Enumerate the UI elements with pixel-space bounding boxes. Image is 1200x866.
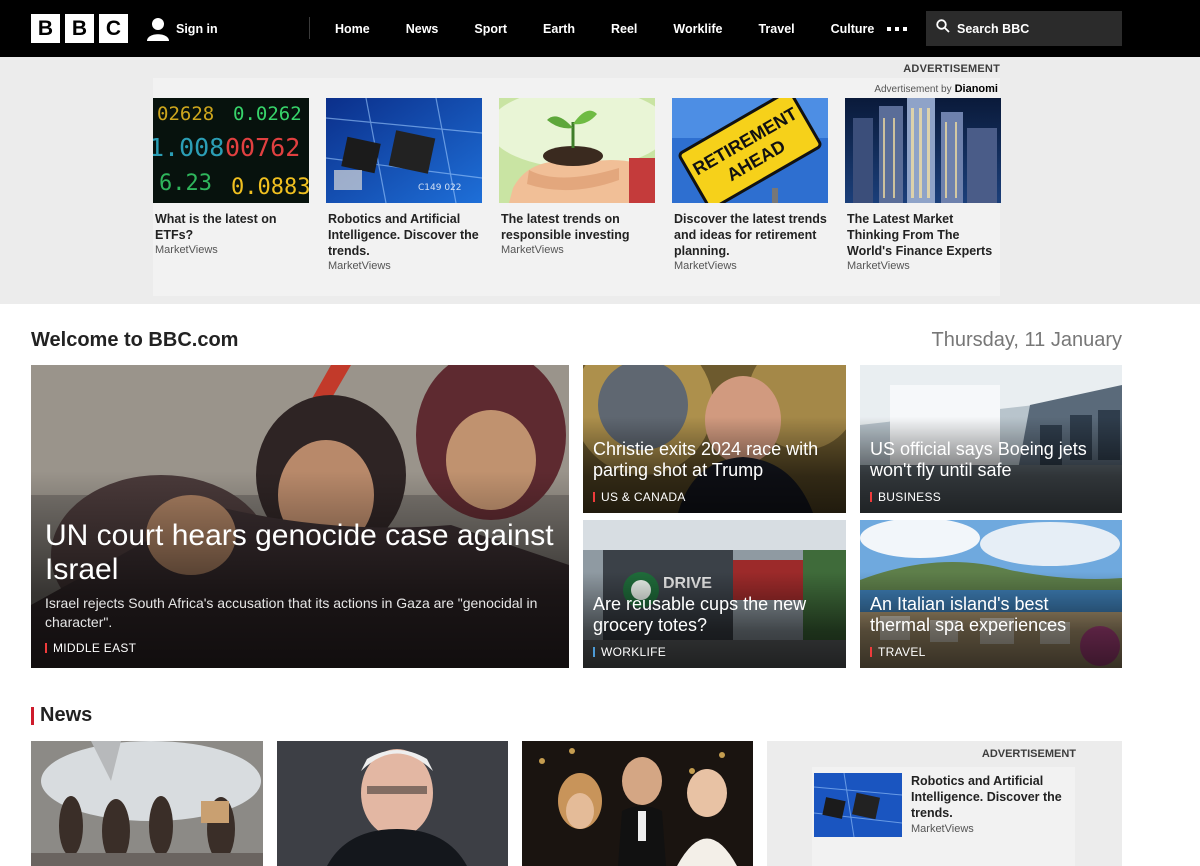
crowd-smoke-image [31, 741, 263, 866]
svg-text:6.23: 6.23 [159, 171, 212, 196]
story-card[interactable]: US official says Boeing jets won't fly u… [860, 365, 1122, 513]
section-title: News [40, 704, 93, 726]
story-headline: Are reusable cups the new grocery totes? [593, 594, 807, 635]
logo-letter-c: C [99, 14, 128, 43]
user-icon [147, 17, 169, 41]
top-navigation-bar: B B C Sign in Home News Sport Earth Reel… [0, 0, 1200, 57]
story-tag-label: WORKLIFE [601, 645, 667, 659]
advert-card-title: Robotics and Artificial Intelligence. Di… [911, 774, 1062, 820]
advert-card-title: What is the latest on ETFs? [155, 212, 277, 242]
nav-travel[interactable]: Travel [758, 22, 794, 36]
nav-worklife[interactable]: Worklife [673, 22, 722, 36]
tag-marker [593, 647, 595, 657]
advert-card-source: MarketViews [911, 823, 974, 835]
bbc-logo[interactable]: B B C [31, 14, 128, 43]
logo-letter-b2: B [65, 14, 94, 43]
lead-story-summary: Israel rejects South Africa's accusation… [45, 595, 538, 630]
advert-by-prefix: Advertisement by [874, 83, 952, 95]
story-tag-label: TRAVEL [878, 645, 926, 659]
advert-by-line[interactable]: Advertisement by Dianomi [874, 83, 998, 95]
tag-marker [870, 492, 872, 502]
story-tag[interactable]: US & CANADA [593, 490, 686, 504]
svg-text:0.0262: 0.0262 [233, 103, 302, 125]
advert-card-source: MarketViews [328, 260, 391, 272]
nav-earth[interactable]: Earth [543, 22, 575, 36]
current-date: Thursday, 11 January [931, 329, 1122, 351]
search-icon [936, 19, 950, 38]
section-heading-news[interactable]: News [31, 704, 92, 727]
story-card[interactable]: Christie exits 2024 race with parting sh… [583, 365, 846, 513]
friends-wedding-image [522, 741, 753, 866]
nav-divider [309, 17, 310, 39]
lead-story-headline: UN court hears genocide case against Isr… [45, 519, 554, 586]
advert-card-source: MarketViews [847, 260, 910, 272]
skyscrapers-image [845, 98, 1001, 203]
story-headline: An Italian island's best thermal spa exp… [870, 594, 1067, 635]
story-tag-label: US & CANADA [601, 490, 686, 504]
advert-card-title: Discover the latest trends and ideas for… [674, 212, 827, 258]
advert-label: ADVERTISEMENT [903, 63, 1000, 75]
svg-text:00762: 00762 [225, 133, 300, 162]
logo-letter-b1: B [31, 14, 60, 43]
tag-marker [870, 647, 872, 657]
side-advert: ADVERTISEMENT Robotics and Artificial In… [767, 741, 1122, 866]
lead-story-tag[interactable]: MIDDLE EAST [45, 641, 136, 655]
advert-card[interactable]: RETIREMENT AHEAD Discover the latest tre… [672, 98, 828, 272]
nav-news[interactable]: News [406, 22, 439, 36]
page-title: Welcome to BBC.com [31, 329, 239, 351]
news-thumbnail[interactable] [522, 741, 753, 866]
main-nav: Home News Sport Earth Reel Worklife Trav… [318, 0, 874, 57]
lead-story-tag-label: MIDDLE EAST [53, 641, 137, 655]
tag-marker [45, 643, 47, 653]
advert-card-source: MarketViews [501, 244, 564, 256]
advert-card[interactable]: 02628 0.0262 1.008 00762 6.23 0.0883 Wha… [153, 98, 309, 256]
more-dots-icon[interactable] [887, 27, 907, 31]
seedling-hands-image [499, 98, 655, 203]
svg-text:0.0883: 0.0883 [231, 175, 309, 200]
advert-card-source: MarketViews [155, 244, 218, 256]
story-headline: US official says Boeing jets won't fly u… [870, 439, 1087, 480]
story-tag[interactable]: TRAVEL [870, 645, 926, 659]
news-thumbnail[interactable] [31, 741, 263, 866]
nav-reel[interactable]: Reel [611, 22, 637, 36]
sign-in-label: Sign in [176, 22, 218, 36]
advert-card-title: The Latest Market Thinking From The Worl… [847, 212, 993, 258]
story-card[interactable]: An Italian island's best thermal spa exp… [860, 520, 1122, 668]
story-tag[interactable]: BUSINESS [870, 490, 941, 504]
advert-card-source: MarketViews [674, 260, 737, 272]
man-portrait-image [277, 741, 508, 866]
story-tag-label: BUSINESS [878, 490, 942, 504]
section-marker [31, 706, 34, 725]
dianomi-logo: Dianomi [954, 83, 998, 95]
sign-in-button[interactable]: Sign in [147, 15, 218, 43]
search-box[interactable] [926, 11, 1122, 46]
story-headline: Christie exits 2024 race with parting sh… [593, 439, 819, 480]
circuit-board-image: C149 022 [326, 98, 482, 203]
advert-card-title: The latest trends on responsible investi… [501, 212, 630, 242]
advert-card[interactable]: C149 022 Robotics and Artificial Intelli… [326, 98, 482, 272]
circuit-board-image [814, 773, 902, 837]
advert-card[interactable]: Robotics and Artificial Intelligence. Di… [812, 767, 1075, 866]
story-card[interactable]: DRIVE Are reusable cups the new grocery … [583, 520, 846, 668]
advert-card[interactable]: The latest trends on responsible investi… [499, 98, 655, 256]
nav-home[interactable]: Home [335, 22, 370, 36]
retirement-sign-image: RETIREMENT AHEAD [672, 98, 828, 203]
tag-marker [593, 492, 595, 502]
nav-sport[interactable]: Sport [474, 22, 507, 36]
svg-text:C149 022: C149 022 [418, 183, 462, 193]
nav-culture[interactable]: Culture [831, 22, 875, 36]
lead-story-card[interactable]: UN court hears genocide case against Isr… [31, 365, 569, 668]
advert-card-title: Robotics and Artificial Intelligence. Di… [328, 212, 479, 258]
stock-ticker-image: 02628 0.0262 1.008 00762 6.23 0.0883 [153, 98, 309, 203]
svg-text:02628: 02628 [157, 103, 214, 125]
advert-card[interactable]: The Latest Market Thinking From The Worl… [845, 98, 1001, 272]
svg-text:1.008: 1.008 [153, 133, 224, 162]
news-thumbnail[interactable] [277, 741, 508, 866]
advert-label: ADVERTISEMENT [981, 748, 1076, 760]
story-tag[interactable]: WORKLIFE [593, 645, 666, 659]
search-input[interactable] [957, 21, 1107, 36]
